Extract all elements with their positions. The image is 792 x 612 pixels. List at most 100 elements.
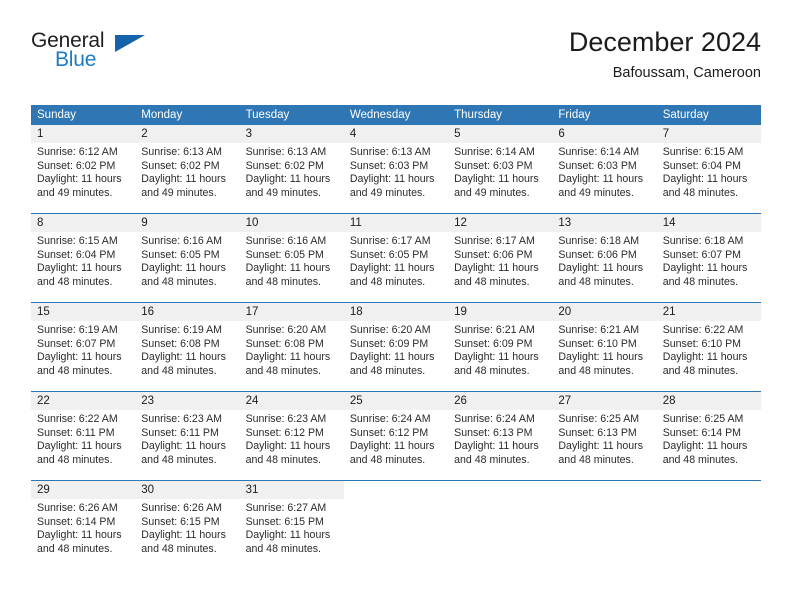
sunset-time-text: Sunset: 6:12 PM: [245, 426, 324, 439]
day-details: Sunrise: 6:18 AM Sunset: 6:06 PM Daylight:…: [552, 232, 656, 289]
day-number-band: 2: [135, 125, 240, 143]
triangle-flag-icon: [115, 35, 145, 52]
daylight-duration-text-line2: and 48 minutes.: [245, 275, 321, 288]
sunrise-time-text: Sunrise: 6:13 AM: [245, 146, 327, 158]
day-details: Sunrise: 6:14 AM Sunset: 6:03 PM Daylight:…: [552, 143, 656, 200]
day-details: [657, 499, 761, 502]
day-number: 5: [454, 128, 461, 140]
day-number-band: 7: [656, 125, 761, 143]
day-number-band: 14: [656, 214, 761, 232]
day-details: [448, 499, 552, 502]
calendar-day-cell[interactable]: 13 Sunrise: 6:18 AM Sunset: 6:06 PM Dayligh…: [552, 214, 657, 302]
day-number-band: [448, 481, 552, 499]
day-number-band: 25: [343, 392, 449, 410]
calendar-day-cell[interactable]: 28 Sunrise: 6:25 AM Sunset: 6:14 PM Dayligh…: [656, 392, 761, 480]
sunrise-time-text: Sunrise: 6:24 AM: [349, 413, 431, 425]
daylight-duration-text-line2: and 48 minutes.: [37, 364, 113, 377]
sunset-time-text: Sunset: 6:12 PM: [349, 426, 429, 439]
calendar-day-cell[interactable]: 6 Sunrise: 6:14 AM Sunset: 6:03 PM Daylight…: [552, 125, 657, 213]
day-number: 23: [141, 395, 155, 407]
daylight-duration-text-line1: Daylight: 11 hours: [245, 529, 331, 542]
day-number-band: 3: [239, 125, 344, 143]
daylight-duration-text-line1: Daylight: 11 hours: [558, 173, 644, 186]
calendar-day-cell[interactable]: 15 Sunrise: 6:19 AM Sunset: 6:07 PM Dayligh…: [31, 303, 136, 391]
day-details: Sunrise: 6:24 AM Sunset: 6:12 PM Daylight:…: [344, 410, 448, 467]
day-details: Sunrise: 6:17 AM Sunset: 6:06 PM Daylight:…: [448, 232, 552, 289]
daylight-duration-text-line2: and 49 minutes.: [349, 186, 426, 199]
daylight-duration-text-line2: and 48 minutes.: [141, 542, 217, 555]
sunset-time-text: Sunset: 6:07 PM: [37, 337, 116, 350]
calendar-day-cell[interactable]: 12 Sunrise: 6:17 AM Sunset: 6:06 PM Dayligh…: [448, 214, 553, 302]
calendar-day-cell[interactable]: 7 Sunrise: 6:15 AM Sunset: 6:04 PM Daylight…: [656, 125, 761, 213]
daylight-duration-text-line1: Daylight: 11 hours: [245, 351, 331, 364]
day-details: Sunrise: 6:16 AM Sunset: 6:05 PM Daylight:…: [240, 232, 344, 289]
calendar-day-cell[interactable]: 10 Sunrise: 6:16 AM Sunset: 6:05 PM Dayligh…: [239, 214, 344, 302]
calendar-day-cell[interactable]: 8 Sunrise: 6:15 AM Sunset: 6:04 PM Daylight…: [31, 214, 136, 302]
day-details: Sunrise: 6:25 AM Sunset: 6:13 PM Daylight:…: [552, 410, 656, 467]
daylight-duration-text-line1: Daylight: 11 hours: [558, 351, 644, 364]
calendar-day-cell[interactable]: 25 Sunrise: 6:24 AM Sunset: 6:12 PM Dayligh…: [343, 392, 449, 480]
calendar-day-cell[interactable]: 3 Sunrise: 6:13 AM Sunset: 6:02 PM Daylight…: [239, 125, 344, 213]
calendar-day-cell[interactable]: 17 Sunrise: 6:20 AM Sunset: 6:08 PM Dayligh…: [239, 303, 344, 391]
calendar-day-cell[interactable]: 4 Sunrise: 6:13 AM Sunset: 6:03 PM Daylight…: [343, 125, 449, 213]
page-title: December 2024: [568, 27, 761, 57]
calendar-day-cell[interactable]: 24 Sunrise: 6:23 AM Sunset: 6:12 PM Dayligh…: [239, 392, 344, 480]
calendar-day-cell[interactable]: 23 Sunrise: 6:23 AM Sunset: 6:11 PM Dayligh…: [135, 392, 240, 480]
day-details: [344, 499, 448, 502]
daylight-duration-text-line2: and 48 minutes.: [662, 364, 739, 377]
sunset-time-text: Sunset: 6:13 PM: [558, 426, 637, 439]
general-blue-logo[interactable]: General Blue: [31, 30, 151, 82]
sunrise-time-text: Sunrise: 6:18 AM: [662, 235, 744, 247]
daylight-duration-text-line2: and 48 minutes.: [141, 275, 217, 288]
sunset-time-text: Sunset: 6:15 PM: [141, 515, 220, 528]
calendar-day-cell[interactable]: 11 Sunrise: 6:17 AM Sunset: 6:05 PM Dayligh…: [343, 214, 449, 302]
calendar-day-cell[interactable]: 2 Sunrise: 6:13 AM Sunset: 6:02 PM Daylight…: [135, 125, 240, 213]
calendar-day-cell[interactable]: 20 Sunrise: 6:21 AM Sunset: 6:10 PM Dayligh…: [552, 303, 657, 391]
calendar-day-cell[interactable]: 1 Sunrise: 6:12 AM Sunset: 6:02 PM Daylight…: [31, 125, 136, 213]
daylight-duration-text-line1: Daylight: 11 hours: [37, 529, 122, 542]
sunrise-time-text: Sunrise: 6:18 AM: [558, 235, 640, 247]
day-details: Sunrise: 6:26 AM Sunset: 6:15 PM Daylight:…: [135, 499, 239, 556]
calendar-day-cell[interactable]: 29 Sunrise: 6:26 AM Sunset: 6:14 PM Dayligh…: [31, 481, 136, 569]
weekday-header-tuesday: Tuesday: [245, 109, 290, 121]
sunrise-time-text: Sunrise: 6:23 AM: [141, 413, 222, 425]
calendar-day-cell[interactable]: 14 Sunrise: 6:18 AM Sunset: 6:07 PM Dayligh…: [656, 214, 761, 302]
day-number-band: 15: [31, 303, 136, 321]
sunset-time-text: Sunset: 6:10 PM: [662, 337, 742, 350]
calendar-day-cell[interactable]: 26 Sunrise: 6:24 AM Sunset: 6:13 PM Dayligh…: [448, 392, 553, 480]
day-number-band: 10: [239, 214, 344, 232]
calendar-day-cell[interactable]: 22 Sunrise: 6:22 AM Sunset: 6:11 PM Dayligh…: [31, 392, 136, 480]
sunset-time-text: Sunset: 6:06 PM: [558, 248, 637, 261]
daylight-duration-text-line2: and 48 minutes.: [454, 453, 530, 466]
day-number: 26: [454, 395, 467, 407]
calendar-day-cell[interactable]: 30 Sunrise: 6:26 AM Sunset: 6:15 PM Dayligh…: [135, 481, 240, 569]
calendar-day-cell[interactable]: 16 Sunrise: 6:19 AM Sunset: 6:08 PM Dayligh…: [135, 303, 240, 391]
day-number: 11: [349, 217, 362, 229]
daylight-duration-text-line2: and 48 minutes.: [37, 275, 113, 288]
calendar-day-cell[interactable]: 27 Sunrise: 6:25 AM Sunset: 6:13 PM Dayligh…: [552, 392, 657, 480]
sunrise-time-text: Sunrise: 6:20 AM: [245, 324, 327, 336]
day-number: 31: [245, 484, 259, 496]
calendar-week-row: 8 Sunrise: 6:15 AM Sunset: 6:04 PM Daylight…: [31, 213, 761, 302]
day-number: 1: [37, 128, 44, 140]
day-number-band: 20: [552, 303, 657, 321]
calendar-day-cell[interactable]: 19 Sunrise: 6:21 AM Sunset: 6:09 PM Dayligh…: [448, 303, 553, 391]
calendar-day-cell[interactable]: 18 Sunrise: 6:20 AM Sunset: 6:09 PM Dayligh…: [343, 303, 449, 391]
weekday-header-thursday: Thursday: [454, 109, 503, 121]
day-details: Sunrise: 6:15 AM Sunset: 6:04 PM Daylight:…: [31, 232, 135, 289]
day-details: Sunrise: 6:15 AM Sunset: 6:04 PM Daylight:…: [657, 143, 761, 200]
day-details: Sunrise: 6:25 AM Sunset: 6:14 PM Daylight:…: [657, 410, 761, 467]
day-number: 19: [454, 306, 467, 318]
daylight-duration-text-line2: and 48 minutes.: [37, 542, 113, 555]
daylight-duration-text-line2: and 48 minutes.: [37, 453, 113, 466]
daylight-duration-text-line1: Daylight: 11 hours: [662, 351, 748, 364]
calendar-day-cell[interactable]: 5 Sunrise: 6:14 AM Sunset: 6:03 PM Daylight…: [448, 125, 553, 213]
daylight-duration-text-line1: Daylight: 11 hours: [141, 262, 226, 275]
calendar-day-cell[interactable]: 21 Sunrise: 6:22 AM Sunset: 6:10 PM Dayligh…: [656, 303, 761, 391]
day-number-band: 11: [343, 214, 449, 232]
calendar-day-cell[interactable]: 31 Sunrise: 6:27 AM Sunset: 6:15 PM Dayligh…: [239, 481, 344, 569]
sunrise-time-text: Sunrise: 6:19 AM: [141, 324, 222, 336]
day-details: [552, 499, 656, 502]
calendar-day-cell[interactable]: 9 Sunrise: 6:16 AM Sunset: 6:05 PM Daylight…: [135, 214, 240, 302]
sunrise-time-text: Sunrise: 6:19 AM: [37, 324, 118, 336]
